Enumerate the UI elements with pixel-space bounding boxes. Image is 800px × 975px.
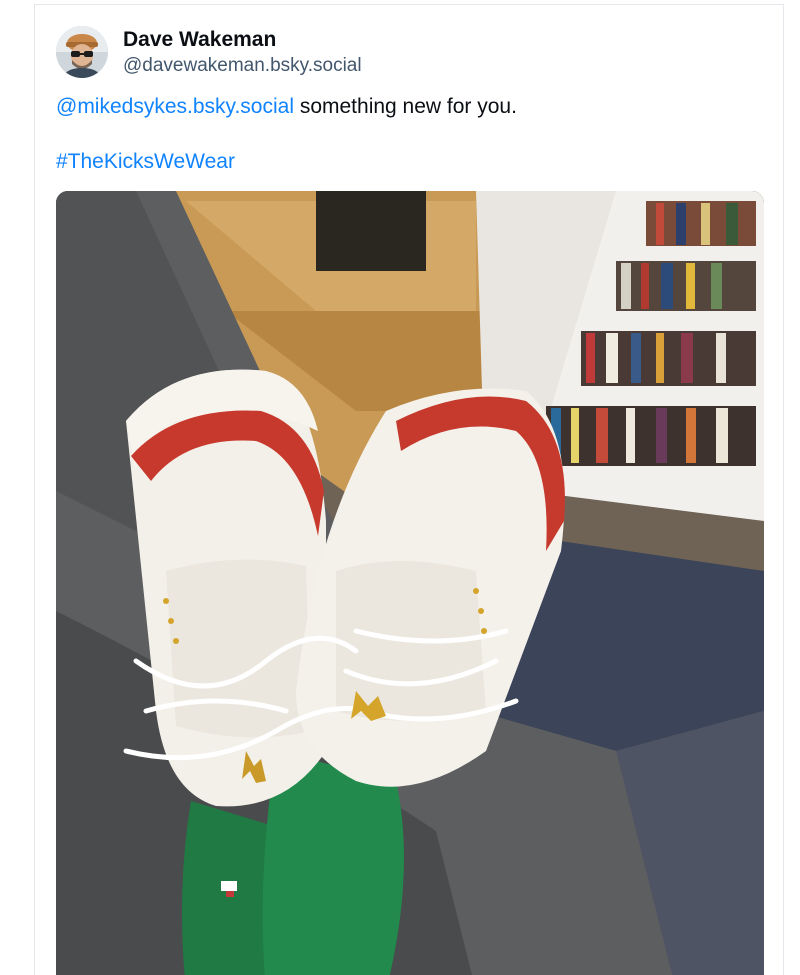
post-text: @mikedsykes.bsky.social something new fo…: [56, 95, 517, 119]
author-display-name[interactable]: Dave Wakeman: [123, 28, 276, 52]
author-handle[interactable]: @davewakeman.bsky.social: [123, 55, 362, 77]
post-image[interactable]: [56, 191, 764, 975]
mention-link[interactable]: @mikedsykes.bsky.social: [56, 95, 294, 118]
post-text-body: something new for you.: [294, 95, 517, 118]
avatar-image: [56, 26, 108, 78]
hashtag-link[interactable]: #TheKicksWeWear: [56, 150, 235, 174]
avatar[interactable]: [56, 26, 108, 78]
page: Dave Wakeman @davewakeman.bsky.social @m…: [0, 0, 800, 975]
post-card[interactable]: Dave Wakeman @davewakeman.bsky.social @m…: [34, 4, 784, 975]
sneakers-photo: [56, 191, 764, 975]
